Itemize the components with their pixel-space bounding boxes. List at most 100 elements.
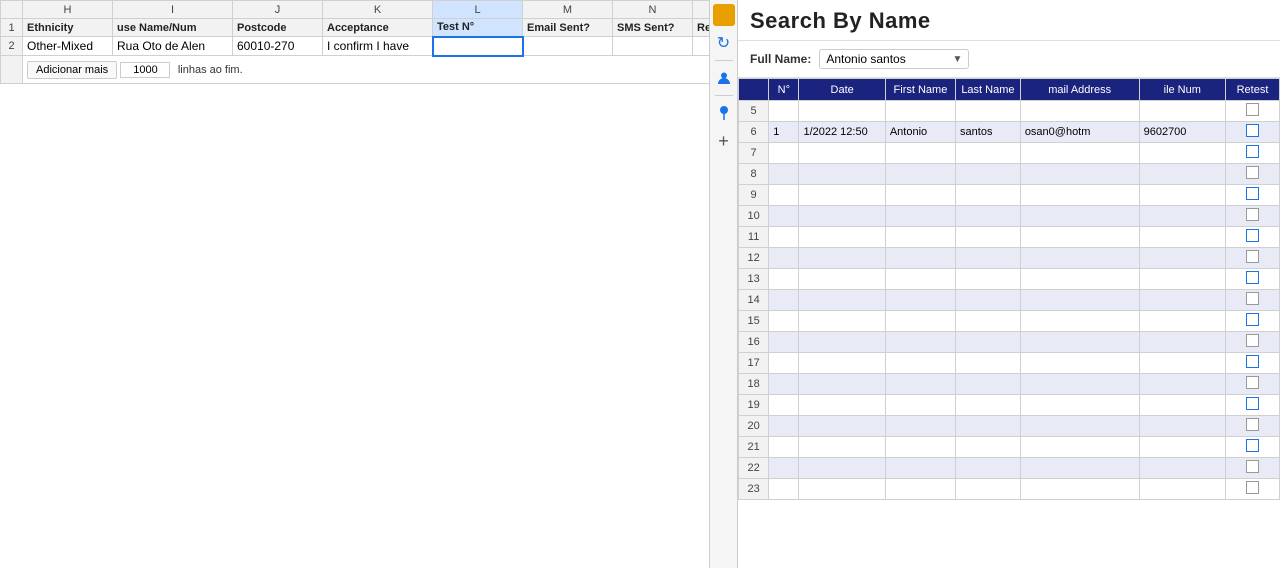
table-row: 17	[739, 353, 1280, 374]
cell-1-m[interactable]: Email Sent?	[523, 19, 613, 37]
table-row: 22	[739, 458, 1280, 479]
empty-cell	[956, 206, 1021, 227]
empty-cell	[799, 353, 885, 374]
cell-1-l[interactable]: Test N°	[433, 19, 523, 37]
right-col-header-email[interactable]: mail Address	[1020, 79, 1139, 101]
sheet-table: H I J K L M N O 1 Ethnicity use Name/Num…	[0, 0, 710, 84]
empty-cell	[1139, 227, 1225, 248]
retest-checkbox-cell[interactable]	[1225, 206, 1279, 227]
empty-cell	[799, 248, 885, 269]
empty-cell	[885, 101, 955, 122]
retest-checkbox-cell[interactable]	[1225, 437, 1279, 458]
empty-cell	[1139, 143, 1225, 164]
row-num-cell: 7	[739, 143, 769, 164]
cell-2-l[interactable]	[433, 37, 523, 56]
lastname-cell[interactable]: santos	[956, 122, 1021, 143]
adicionar-mais-button[interactable]: Adicionar mais	[27, 61, 117, 79]
table-row: 5	[739, 101, 1280, 122]
retest-checkbox-cell[interactable]	[1225, 374, 1279, 395]
retest-checkbox-cell[interactable]	[1225, 290, 1279, 311]
empty-cell	[769, 353, 799, 374]
col-header-m[interactable]: M	[523, 1, 613, 19]
row-num-cell: 13	[739, 269, 769, 290]
email-cell[interactable]: osan0@hotm	[1020, 122, 1139, 143]
empty-cell	[1020, 164, 1139, 185]
num-cell[interactable]: 1	[769, 122, 799, 143]
adicionar-row-header	[1, 56, 23, 84]
empty-cell	[956, 479, 1021, 500]
row-num-cell: 10	[739, 206, 769, 227]
cell-2-i[interactable]: Rua Oto de Alen	[113, 37, 233, 56]
retest-checkbox-cell[interactable]	[1225, 458, 1279, 479]
right-table-wrapper: N° Date First Name Last Name mail Addres…	[738, 78, 1280, 568]
retest-checkbox-cell[interactable]	[1225, 164, 1279, 185]
retest-checkbox-cell[interactable]	[1225, 416, 1279, 437]
empty-cell	[1020, 101, 1139, 122]
right-col-header-phone[interactable]: ile Num	[1139, 79, 1225, 101]
cell-2-o[interactable]	[693, 37, 711, 56]
col-header-n[interactable]: N	[613, 1, 693, 19]
retest-checkbox-cell[interactable]	[1225, 269, 1279, 290]
firstname-cell[interactable]: Antonio	[885, 122, 955, 143]
corner-cell	[1, 1, 23, 19]
refresh-icon[interactable]: ↻	[713, 32, 735, 54]
col-header-h[interactable]: H	[23, 1, 113, 19]
empty-cell	[769, 248, 799, 269]
cell-2-j[interactable]: 60010-270	[233, 37, 323, 56]
table-row: 7	[739, 143, 1280, 164]
cell-2-m[interactable]	[523, 37, 613, 56]
row-num-cell: 5	[739, 101, 769, 122]
empty-cell	[1020, 269, 1139, 290]
right-col-header-firstname[interactable]: First Name	[885, 79, 955, 101]
col-header-l[interactable]: L	[433, 1, 523, 19]
phone-cell[interactable]: 9602700	[1139, 122, 1225, 143]
empty-cell	[799, 458, 885, 479]
toolbar-divider-2	[715, 95, 733, 96]
col-header-i[interactable]: I	[113, 1, 233, 19]
row-num-cell: 16	[739, 332, 769, 353]
pin-icon[interactable]	[713, 102, 735, 124]
right-col-header-lastname[interactable]: Last Name	[956, 79, 1021, 101]
empty-cell	[956, 269, 1021, 290]
empty-cell	[885, 458, 955, 479]
full-name-dropdown[interactable]: Antonio santos ▼	[819, 49, 969, 69]
retest-checkbox-cell[interactable]	[1225, 248, 1279, 269]
retest-checkbox-cell[interactable]	[1225, 353, 1279, 374]
right-col-header-date[interactable]: Date	[799, 79, 885, 101]
retest-checkbox-cell[interactable]	[1225, 143, 1279, 164]
empty-cell	[799, 143, 885, 164]
empty-cell	[769, 290, 799, 311]
retest-checkbox-cell[interactable]	[1225, 122, 1279, 143]
cell-1-h[interactable]: Ethnicity	[23, 19, 113, 37]
date-cell[interactable]: 1/2022 12:50	[799, 122, 885, 143]
cell-2-k[interactable]: I confirm I have	[323, 37, 433, 56]
retest-checkbox-cell[interactable]	[1225, 227, 1279, 248]
orange-square-icon[interactable]	[713, 4, 735, 26]
retest-checkbox-cell[interactable]	[1225, 185, 1279, 206]
col-header-k[interactable]: K	[323, 1, 433, 19]
retest-checkbox-cell[interactable]	[1225, 395, 1279, 416]
retest-checkbox-cell[interactable]	[1225, 332, 1279, 353]
empty-cell	[769, 479, 799, 500]
cell-1-i[interactable]: use Name/Num	[113, 19, 233, 37]
cell-1-j[interactable]: Postcode	[233, 19, 323, 37]
col-header-o[interactable]: O	[693, 1, 711, 19]
linhas-input[interactable]	[120, 62, 170, 78]
cell-2-h[interactable]: Other-Mixed	[23, 37, 113, 56]
cell-1-n[interactable]: SMS Sent?	[613, 19, 693, 37]
cell-2-n[interactable]	[613, 37, 693, 56]
plus-icon[interactable]: +	[713, 130, 735, 152]
cell-1-o[interactable]: Ret	[693, 19, 711, 37]
retest-checkbox-cell[interactable]	[1225, 479, 1279, 500]
row-num-cell: 11	[739, 227, 769, 248]
right-col-header-retest[interactable]: Retest	[1225, 79, 1279, 101]
retest-checkbox-cell[interactable]	[1225, 101, 1279, 122]
empty-cell	[769, 143, 799, 164]
retest-checkbox-cell[interactable]	[1225, 311, 1279, 332]
user-icon[interactable]	[713, 67, 735, 89]
cell-1-k[interactable]: Acceptance	[323, 19, 433, 37]
empty-cell	[1020, 374, 1139, 395]
col-header-j[interactable]: J	[233, 1, 323, 19]
empty-cell	[769, 269, 799, 290]
right-col-header-num[interactable]: N°	[769, 79, 799, 101]
